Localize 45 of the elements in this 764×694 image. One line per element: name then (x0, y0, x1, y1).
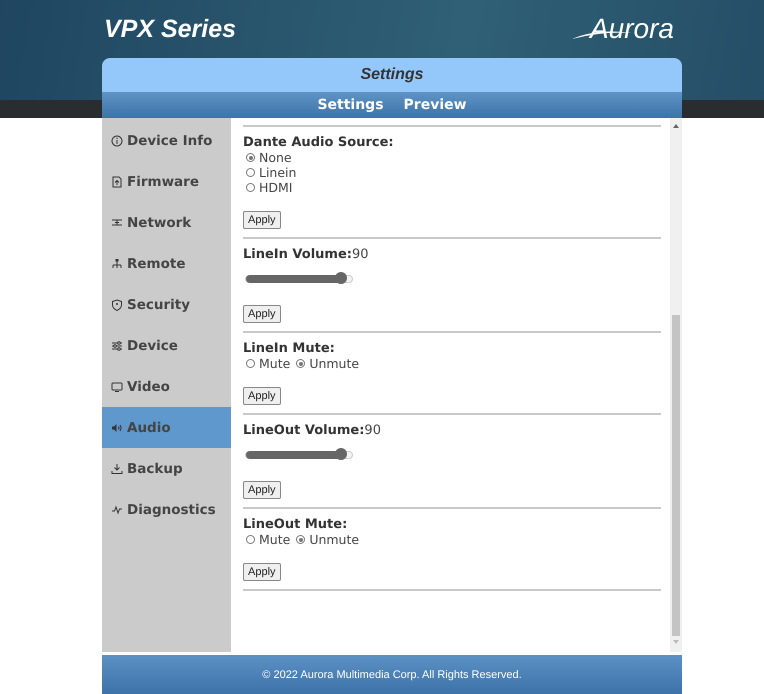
menu-icon (111, 176, 123, 188)
sidebar-item[interactable]: Security (102, 284, 231, 325)
menu-icon (111, 216, 123, 228)
menu-icon (111, 380, 123, 392)
menu-icon (111, 134, 123, 146)
volume-slider[interactable] (245, 451, 353, 459)
menu-icon (111, 298, 123, 310)
section-title: LineOut Mute: (243, 517, 348, 532)
copyright-text: © 2022 Aurora Multimedia Corp. All Rights Reserved. (262, 668, 522, 680)
sidebar-item[interactable]: Firmware (102, 161, 231, 202)
apply-button[interactable]: Apply (243, 305, 281, 323)
sidebar-item[interactable]: Diagnostics (102, 489, 231, 530)
sidebar-item[interactable]: Remote (102, 243, 231, 284)
sidebar-item[interactable]: Device (102, 325, 231, 366)
sidebar-item[interactable]: Video (102, 366, 231, 407)
radio-option[interactable]: Linein (246, 165, 661, 180)
menu-icon (111, 258, 123, 270)
panel-title: Settings (360, 66, 424, 84)
radio-option[interactable]: Unmute (296, 532, 360, 547)
menu-icon (111, 340, 123, 352)
header-title: VPX Series (104, 14, 236, 44)
nav-link[interactable]: Settings (317, 97, 384, 113)
sidebar-item[interactable]: Device Info (102, 120, 231, 161)
section-title: Dante Audio Source: (243, 135, 395, 150)
volume-slider[interactable] (245, 275, 353, 283)
radio-option[interactable]: Mute (246, 532, 290, 547)
menu-icon (111, 504, 123, 516)
radio-option[interactable]: Unmute (296, 356, 360, 371)
apply-button[interactable]: Apply (243, 387, 281, 405)
section-title: LineOut Volume:90 (243, 423, 382, 438)
sidebar-item[interactable]: Network (102, 202, 231, 243)
section-title: LineIn Volume:90 (243, 247, 370, 262)
radio-option[interactable]: Mute (246, 356, 290, 371)
apply-button[interactable]: Apply (243, 481, 281, 499)
scrollbar[interactable] (670, 118, 682, 652)
nav-link[interactable]: Preview (404, 97, 467, 113)
menu-icon (111, 462, 123, 474)
apply-button[interactable]: Apply (243, 563, 281, 581)
radio-option[interactable]: None (246, 150, 661, 165)
section-title: LineIn Mute: (243, 341, 336, 356)
sidebar-item[interactable]: Backup (102, 448, 231, 489)
brand-logo: Aurora (572, 12, 680, 46)
radio-option[interactable]: HDMI (246, 180, 661, 195)
menu-icon (111, 422, 123, 434)
apply-button[interactable]: Apply (243, 211, 281, 229)
